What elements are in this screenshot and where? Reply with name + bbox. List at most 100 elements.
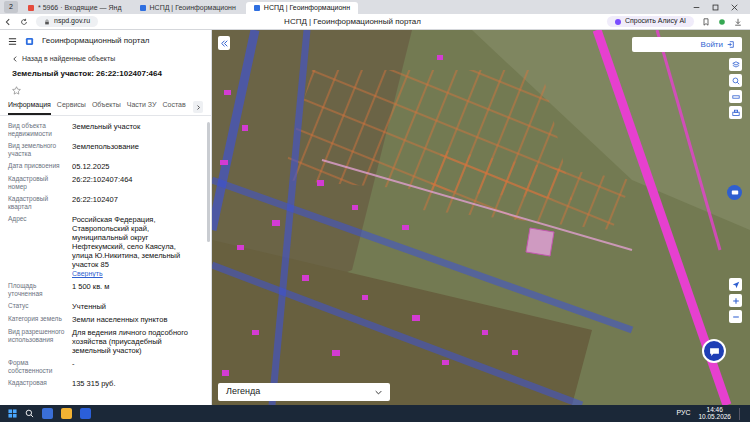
- message-icon: [709, 346, 720, 357]
- field-label: Площадь уточненная: [8, 282, 66, 298]
- field-value: Земельный участок: [72, 122, 197, 131]
- zoom-out-button[interactable]: [729, 310, 742, 323]
- clock-date: 10.05.2026: [698, 414, 731, 421]
- login-label: Войти: [701, 39, 723, 51]
- field-row: Вид земельного участкаЗемлепользование: [0, 140, 205, 160]
- main-area: Геоинформационный портал Назад в найденн…: [0, 30, 750, 405]
- collapse-panel-button[interactable]: [218, 36, 230, 50]
- alice-button[interactable]: Спросить Алису AI: [607, 16, 694, 27]
- address-text: nspd.gov.ru: [54, 16, 90, 27]
- assistant-button[interactable]: [727, 185, 742, 200]
- collapse-link[interactable]: Свернуть: [72, 269, 197, 278]
- back-icon[interactable]: [4, 18, 12, 26]
- menu-icon[interactable]: [8, 37, 17, 46]
- field-value-box: 135 315 руб.: [72, 379, 197, 388]
- plus-icon: [732, 297, 740, 305]
- portal-logo-icon: [25, 37, 34, 46]
- taskbar: РУС 14:46 10.05.2026: [0, 405, 750, 422]
- star-icon[interactable]: [12, 86, 21, 95]
- browser-tab-label: * 5966 · Входящие — Янд: [38, 3, 122, 14]
- chevron-right-icon: [196, 105, 201, 110]
- browser-app-icon[interactable]: [42, 408, 53, 419]
- field-value-box: -: [72, 359, 197, 375]
- panel-tab[interactable]: Сервисы: [57, 100, 86, 116]
- field-value-box: Российская Федерация, Ставропольский кра…: [72, 215, 197, 278]
- scrollbar[interactable]: [207, 122, 210, 242]
- language-indicator[interactable]: РУС: [676, 408, 690, 419]
- zoom-in-button[interactable]: [729, 294, 742, 307]
- locate-button[interactable]: [729, 278, 742, 291]
- search-icon: [732, 77, 740, 85]
- panel-tab[interactable]: Информация: [8, 100, 51, 116]
- clock[interactable]: 14:46 10.05.2026: [698, 407, 731, 421]
- layers-icon: [732, 61, 740, 69]
- field-row: АдресРоссийская Федерация, Ставропольски…: [0, 213, 205, 280]
- field-row: Кадастровый квартал26:22:102407: [0, 193, 205, 213]
- search-icon[interactable]: [25, 409, 34, 418]
- address-bar-row: nspd.gov.ru НСПД | Геоинформационный пор…: [0, 14, 750, 30]
- address-field[interactable]: nspd.gov.ru: [36, 16, 98, 27]
- print-icon: [732, 109, 740, 117]
- browser-tab-label: НСПД | Геоинформационн: [264, 3, 350, 14]
- double-chevron-left-icon: [221, 40, 228, 47]
- search-map-button[interactable]: [729, 74, 742, 87]
- close-icon[interactable]: [731, 4, 738, 11]
- print-button[interactable]: [729, 106, 742, 119]
- clock-time: 14:46: [707, 407, 723, 414]
- panel-tab[interactable]: Объекты: [92, 100, 121, 116]
- panel-tab[interactable]: Состав: [162, 100, 185, 116]
- minimize-icon[interactable]: [693, 4, 700, 11]
- field-value: Российская Федерация, Ставропольский кра…: [72, 215, 197, 269]
- tabs-scroll-button[interactable]: [193, 101, 203, 113]
- panel-tabs: Информация Сервисы Объекты Части ЗУ Состав: [0, 98, 211, 116]
- support-chat-button[interactable]: [702, 339, 726, 363]
- extensions-icon[interactable]: [718, 18, 726, 26]
- field-row: Площадь уточненная1 500 кв. м: [0, 280, 205, 300]
- measure-button[interactable]: [729, 90, 742, 103]
- bookmark-icon[interactable]: [702, 18, 710, 26]
- explorer-app-icon[interactable]: [61, 408, 72, 419]
- back-link[interactable]: Назад в найденные объекты: [0, 52, 211, 66]
- alice-icon: [615, 19, 621, 25]
- panel-tab[interactable]: Части ЗУ: [127, 100, 157, 116]
- field-label: Вид объекта недвижимости: [8, 122, 66, 138]
- favicon-icon: [140, 5, 146, 11]
- browser-tab[interactable]: НСПД | Геоинформационн: [132, 2, 244, 14]
- info-panel: Геоинформационный портал Назад в найденн…: [0, 30, 212, 405]
- field-value: 135 315 руб.: [72, 379, 197, 388]
- field-row: Форма собственности-: [0, 357, 205, 377]
- ruler-icon: [732, 93, 740, 101]
- windows-start-icon[interactable]: [8, 409, 17, 418]
- field-value: 05.12.2025: [72, 162, 197, 171]
- field-label: Кадастровый номер: [8, 175, 66, 191]
- portal-header: Геоинформационный портал: [0, 30, 211, 52]
- browser-tab[interactable]: * 5966 · Входящие — Янд: [20, 2, 130, 14]
- map-tools: [729, 58, 742, 119]
- login-button[interactable]: Войти: [632, 37, 742, 52]
- map[interactable]: Войти Легенда: [212, 30, 750, 405]
- field-row: Дата присвоения05.12.2025: [0, 160, 205, 173]
- show-desktop[interactable]: [739, 408, 742, 420]
- field-label: Кадастровая: [8, 379, 66, 388]
- field-value-box: Учтенный: [72, 302, 197, 311]
- field-value: -: [72, 359, 197, 368]
- map-canvas[interactable]: [212, 30, 750, 405]
- browser-tab[interactable]: НСПД | Геоинформационн: [246, 2, 358, 14]
- layers-button[interactable]: [729, 58, 742, 71]
- tab-counter[interactable]: 2: [4, 1, 18, 13]
- field-row: СтатусУчтенный: [0, 300, 205, 313]
- field-row: Категория земельЗемли населенных пунктов: [0, 313, 205, 326]
- field-value-box: Земельный участок: [72, 122, 197, 138]
- back-arrow-icon: [12, 56, 18, 62]
- field-value-box: 26:22:102407:464: [72, 175, 197, 191]
- legend-bar[interactable]: Легенда: [218, 383, 390, 401]
- favicon-icon: [28, 5, 34, 11]
- reload-icon[interactable]: [20, 18, 28, 26]
- field-row: Кадастровая 135 315 руб.: [0, 377, 205, 390]
- maximize-icon[interactable]: [712, 4, 719, 11]
- alice-label: Спросить Алису AI: [625, 16, 686, 27]
- field-value-box: Землепользование: [72, 142, 197, 158]
- download-icon[interactable]: [734, 18, 742, 26]
- word-app-icon[interactable]: [80, 408, 91, 419]
- field-value-box: 05.12.2025: [72, 162, 197, 171]
